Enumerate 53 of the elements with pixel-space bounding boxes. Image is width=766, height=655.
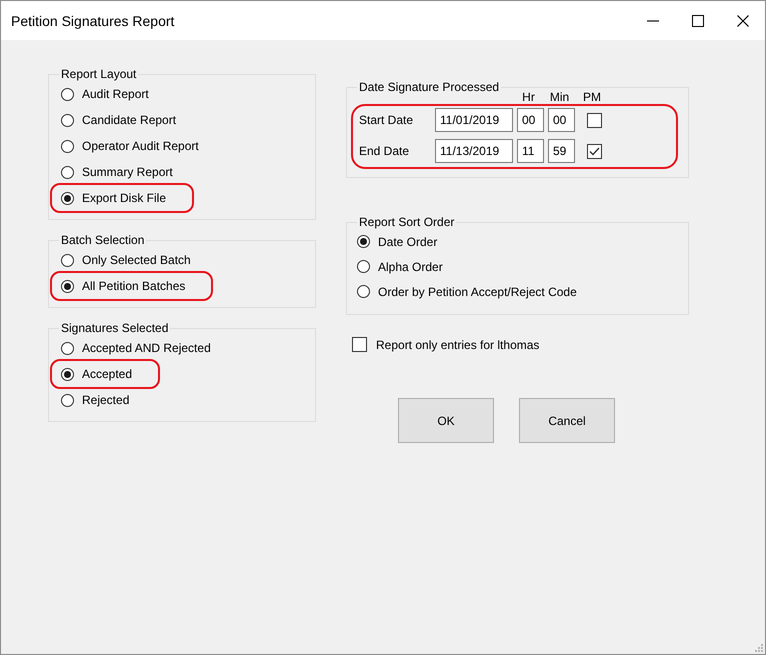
radio-button[interactable]: [61, 394, 74, 406]
checkbox[interactable]: [586, 112, 602, 128]
close-icon: [736, 14, 748, 26]
radio-button[interactable]: [61, 140, 74, 152]
radio-label[interactable]: Audit Report: [82, 87, 149, 101]
radio-label[interactable]: Export Disk File: [82, 191, 166, 205]
radio-button[interactable]: [357, 235, 370, 248]
hour-field[interactable]: 11: [517, 139, 544, 163]
radio-button[interactable]: [61, 254, 74, 266]
radio-button[interactable]: [61, 192, 74, 204]
dialog-button[interactable]: OK: [398, 398, 494, 443]
radio-label[interactable]: Alpha Order: [378, 260, 443, 274]
radio-label[interactable]: All Petition Batches: [82, 279, 186, 293]
group-title: Date Signature Processed: [358, 80, 500, 94]
radio-label[interactable]: Operator Audit Report: [82, 139, 199, 153]
radio-button[interactable]: [61, 342, 74, 354]
radio-label[interactable]: Only Selected Batch: [82, 253, 191, 267]
minute-field[interactable]: 00: [548, 108, 575, 132]
radio-label[interactable]: Accepted AND Rejected: [82, 341, 211, 355]
minute-field[interactable]: 59: [548, 139, 575, 163]
checkbox[interactable]: [586, 144, 602, 158]
dialog-button[interactable]: Cancel: [519, 398, 615, 443]
radio-label[interactable]: Candidate Report: [82, 113, 176, 127]
radio-button[interactable]: [61, 114, 74, 126]
radio-button[interactable]: [357, 260, 370, 273]
radio-button[interactable]: [61, 166, 74, 178]
radio-label[interactable]: Rejected: [82, 393, 130, 407]
column-header: Min: [548, 90, 570, 104]
radio-button[interactable]: [61, 368, 74, 380]
resize-grip-icon[interactable]: [753, 642, 763, 652]
date-field[interactable]: 11/01/2019: [435, 108, 513, 132]
checkbox[interactable]: [352, 337, 367, 352]
checkbox-label[interactable]: Report only entries for lthomas: [376, 338, 540, 352]
column-header: Hr: [521, 90, 536, 104]
radio-button[interactable]: [357, 285, 370, 298]
hour-field[interactable]: 00: [517, 108, 544, 132]
field-label: Start Date: [359, 113, 414, 127]
radio-button[interactable]: [61, 88, 74, 100]
radio-label[interactable]: Date Order: [378, 234, 438, 248]
radio-label[interactable]: Summary Report: [82, 165, 173, 179]
field-label: End Date: [359, 144, 410, 158]
radio-label[interactable]: Order by Petition Accept/Reject Code: [378, 284, 577, 298]
maximize-icon: [692, 14, 704, 26]
minimize-icon: [646, 20, 658, 22]
group-title: Batch Selection: [60, 233, 146, 247]
group-title: Report Layout: [60, 67, 138, 81]
column-header: PM: [582, 90, 602, 104]
radio-button[interactable]: [61, 280, 74, 292]
group-title: Signatures Selected: [60, 321, 170, 335]
date-field[interactable]: 11/13/2019: [435, 139, 513, 163]
window-title: Petition Signatures Report: [11, 12, 176, 28]
radio-label[interactable]: Accepted: [82, 367, 132, 381]
group-title: Report Sort Order: [358, 215, 456, 229]
